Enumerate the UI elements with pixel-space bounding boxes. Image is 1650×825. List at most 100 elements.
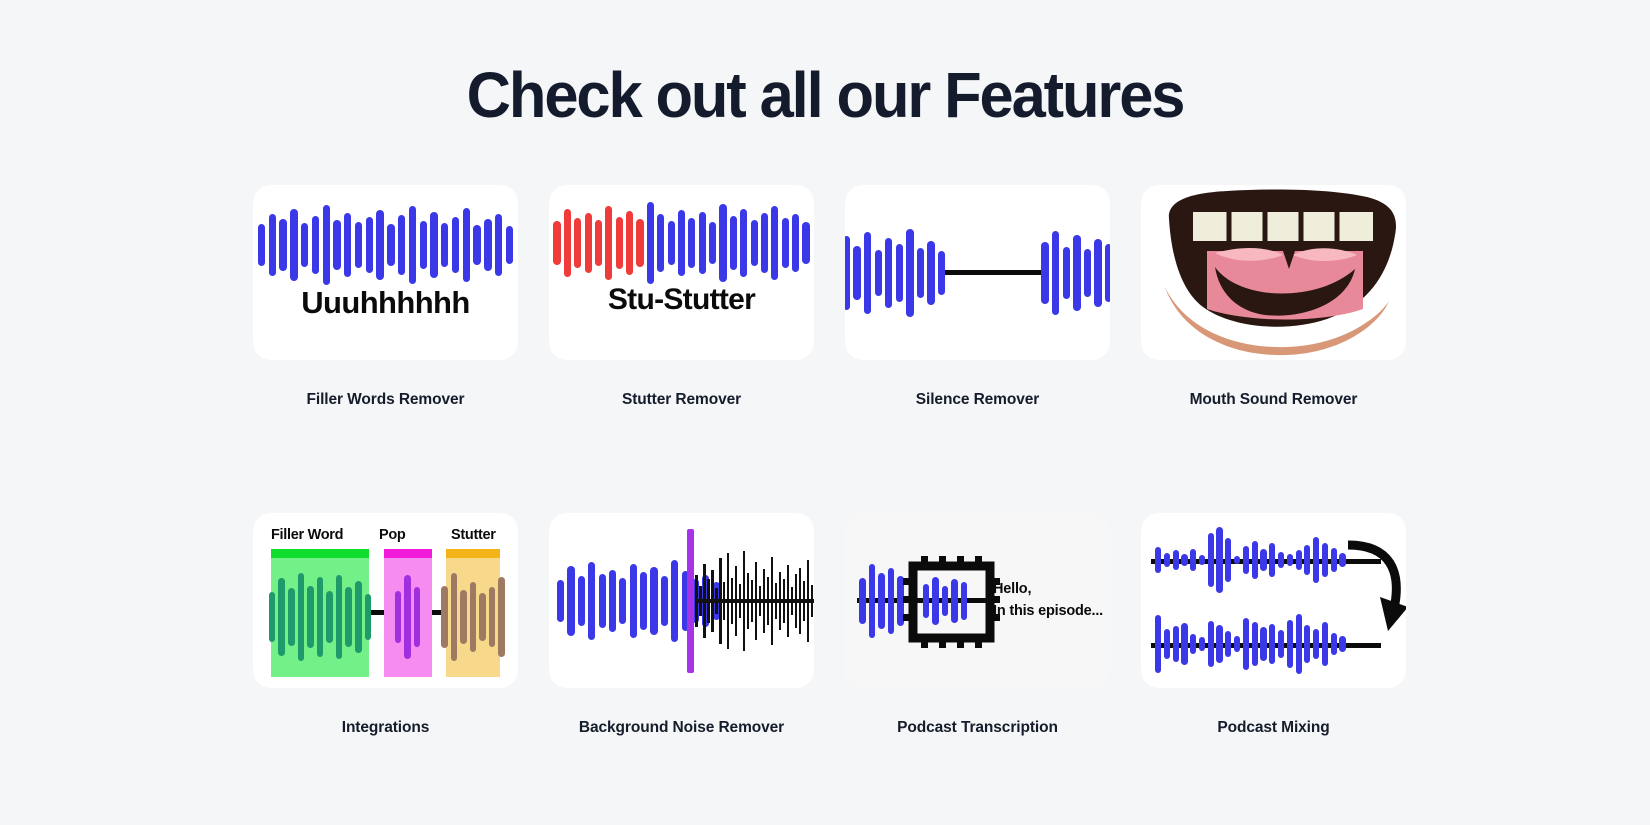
stutter-sample-text: Stu-Stutter	[607, 283, 756, 316]
waveform-bar	[1181, 623, 1188, 665]
waveform-bar	[1198, 555, 1206, 565]
noise-bar	[734, 565, 738, 636]
waveform-bar	[365, 217, 374, 273]
waveform-bar	[408, 206, 417, 284]
waveform-bar	[1181, 554, 1188, 566]
waveform-bar	[287, 588, 295, 646]
waveform-bar	[584, 213, 592, 273]
waveform-bar	[387, 224, 395, 266]
noisy-waveform	[695, 513, 814, 688]
noise-bar	[714, 587, 718, 614]
card-visual-transcription: Hello, In this episode...	[845, 513, 1110, 688]
card-visual-mouth	[1141, 185, 1406, 360]
waveform-bar	[322, 205, 330, 285]
waveform-bar	[1163, 553, 1170, 567]
feature-card-filler-words-remover[interactable]: Uuuhhhhhh Filler Words Remover	[253, 185, 518, 409]
waveform-bar	[709, 222, 717, 264]
noise-bar	[750, 579, 754, 622]
card-visual-integrations: Filler Word Pop Stutter	[253, 513, 518, 688]
waveform-bar	[307, 586, 314, 648]
feature-caption: Podcast Transcription	[897, 719, 1058, 736]
waveform-bar	[1260, 627, 1267, 661]
feature-caption: Stutter Remover	[621, 391, 742, 408]
waveform-bar	[1155, 547, 1162, 573]
waveform-cluster-right	[1041, 230, 1110, 315]
noise-bar	[730, 577, 734, 624]
waveform-bar	[1207, 533, 1214, 587]
waveform-bar	[698, 212, 706, 274]
noise-bar	[706, 578, 710, 623]
waveform-bar	[450, 573, 458, 661]
waveform-bar	[1313, 537, 1320, 583]
feature-card-podcast-transcription[interactable]: Hello, In this episode... Podcast Transc…	[845, 513, 1110, 737]
integration-block[interactable]	[383, 548, 432, 677]
noise-bar	[710, 569, 714, 632]
waveform-bar	[667, 221, 675, 265]
features-page: Check out all our Features Uuuhhhhhh Fil…	[0, 0, 1650, 825]
waveform-bar	[1104, 243, 1110, 302]
integration-block[interactable]	[268, 548, 372, 677]
waveform-bar	[1295, 614, 1302, 674]
waveform-bar	[781, 218, 789, 268]
waveform-bar	[923, 583, 930, 618]
two-track-mix-arrow-icon	[1141, 513, 1406, 688]
waveform-bar	[300, 223, 309, 267]
input-waveform	[859, 513, 909, 688]
waveform-bar	[333, 220, 341, 270]
waveform-bar	[1041, 241, 1049, 304]
noise-bar	[758, 585, 762, 616]
waveform-bar	[1330, 548, 1337, 572]
waveform-bar	[1172, 626, 1179, 662]
integration-label: Filler Word	[271, 527, 344, 543]
waveform-bar	[878, 572, 885, 629]
filler-word-sample-text: Uuuhhhhhh	[301, 285, 470, 320]
waveform-bar	[451, 217, 460, 273]
waveform-bar	[771, 206, 779, 280]
playhead-marker	[687, 529, 694, 673]
feature-grid-row-bottom: Filler Word Pop Stutter Integrations Bac…	[253, 513, 1413, 737]
silence-gap-line	[945, 269, 1042, 276]
noise-bar	[794, 573, 798, 628]
waveform-bar	[1321, 543, 1329, 577]
noise-bar	[695, 574, 698, 627]
noise-bar	[802, 580, 806, 621]
feature-card-background-noise-remover[interactable]: Background Noise Remover	[549, 513, 814, 737]
waveform-bar	[845, 235, 851, 310]
waveform-bar	[394, 591, 402, 643]
integration-accent-bar	[271, 548, 369, 558]
waveform-bar	[335, 575, 343, 659]
waveform-bar	[688, 218, 696, 268]
waveform-bar	[479, 593, 486, 641]
noise-bar	[702, 563, 706, 638]
integration-block[interactable]	[440, 548, 506, 677]
waveform-bar	[588, 561, 596, 640]
waveform-bar	[462, 208, 471, 282]
waveform-bar	[1216, 527, 1223, 593]
waveform-silence-gap-icon	[845, 185, 1110, 360]
waveform-bar	[885, 237, 893, 308]
waveform-bar	[1163, 629, 1170, 659]
waveform-bar	[660, 575, 668, 626]
noise-bar	[806, 559, 810, 642]
waveform-bar	[297, 573, 305, 661]
integration-blocks	[268, 548, 506, 677]
waveform-bar	[1073, 234, 1081, 311]
feature-caption: Silence Remover	[915, 391, 1040, 408]
waveform-bar	[290, 209, 298, 281]
feature-card-stutter-remover[interactable]: Stu-Stutter Stutter Remover	[549, 185, 814, 409]
feature-card-podcast-mixing[interactable]: Podcast Mixing	[1141, 513, 1406, 737]
feature-card-integrations[interactable]: Filler Word Pop Stutter Integrations	[253, 513, 518, 737]
waveform-bar	[1225, 631, 1232, 657]
waveform-bar	[629, 563, 637, 638]
feature-card-mouth-sound-remover[interactable]: Mouth Sound Remover	[1141, 185, 1406, 409]
waveform-bar	[553, 221, 561, 265]
noise-bar	[742, 550, 746, 651]
transcription-output-text: Hello, In this episode...	[993, 578, 1103, 622]
card-visual-filler-words: Uuuhhhhhh	[253, 185, 518, 360]
noise-bar	[798, 567, 802, 634]
waveform-bar	[397, 215, 406, 275]
feature-card-silence-remover[interactable]: Silence Remover	[845, 185, 1110, 409]
card-visual-stutter: Stu-Stutter	[549, 185, 814, 360]
waveform-bar	[1269, 624, 1276, 664]
curved-arrow-icon	[1347, 540, 1406, 631]
